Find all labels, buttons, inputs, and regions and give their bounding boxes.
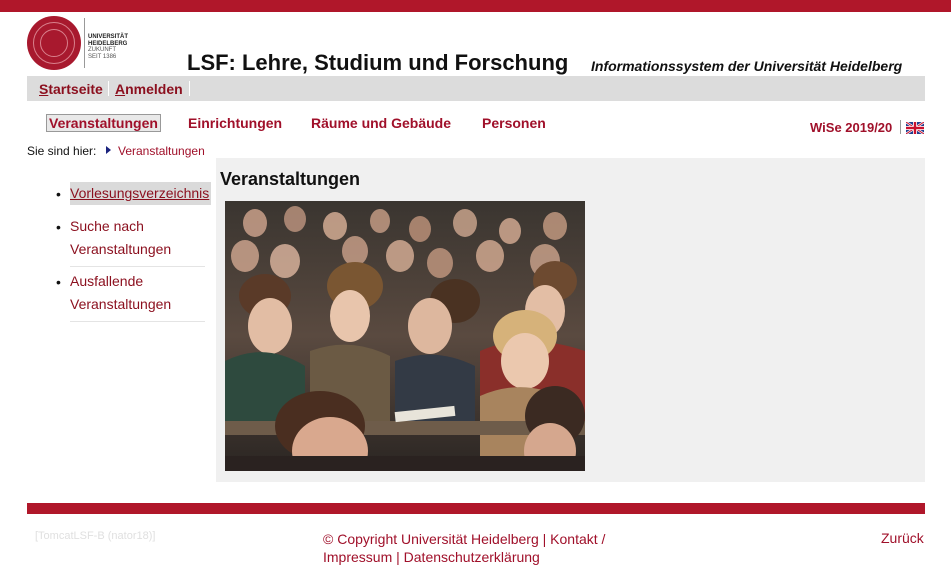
sidebar-item-label[interactable]: Vorlesungsverzeichnis — [70, 182, 212, 205]
privacy-link[interactable]: Datenschutzerklärung — [404, 549, 540, 565]
sidebar-divider — [70, 321, 205, 322]
user-bar-separator — [189, 81, 190, 96]
semester-selector[interactable]: WiSe 2019/20 — [810, 120, 892, 135]
nav-raeume-und-gebaeude[interactable]: Räume und Gebäude — [311, 115, 451, 131]
imprint-link[interactable]: Impressum — [323, 549, 392, 565]
logo-divider — [84, 18, 85, 68]
bullet-icon: • — [56, 274, 61, 290]
sidebar-item-vorlesungsverzeichnis[interactable]: • Vorlesungsverzeichnis — [56, 182, 212, 208]
university-logo[interactable]: UNIVERSITÄT HEIDELBERG ZUKUNFT SEIT 1386 — [27, 16, 133, 72]
breadcrumb-prefix: Sie sind hier: — [27, 144, 97, 158]
contact-link[interactable]: Kontakt — [550, 531, 597, 547]
sidebar-item-label[interactable]: Suche nach Veranstaltungen — [70, 215, 171, 261]
home-link[interactable]: Startseite — [39, 81, 103, 97]
logo-wordmark: UNIVERSITÄT HEIDELBERG ZUKUNFT SEIT 1386 — [88, 34, 129, 60]
app-subtitle: Informationssystem der Universität Heide… — [591, 58, 903, 74]
user-bar: Startseite Anmelden — [27, 76, 925, 101]
nav-veranstaltungen[interactable]: Veranstaltungen — [46, 114, 161, 132]
content-title: Veranstaltungen — [220, 169, 361, 189]
app-title: LSF: Lehre, Studium und Forschung — [187, 50, 569, 75]
server-id: [TomcatLSF-B (nator18)] — [35, 530, 156, 542]
user-bar-separator — [108, 81, 109, 96]
bullet-icon: • — [56, 186, 61, 202]
copyright-link[interactable]: © Copyright Universität Heidelberg — [323, 531, 539, 547]
sidebar-item-label[interactable]: Ausfallende Veranstaltungen — [70, 270, 171, 316]
nav-personen[interactable]: Personen — [482, 115, 546, 131]
back-link[interactable]: Zurück — [881, 530, 924, 546]
nav-einrichtungen[interactable]: Einrichtungen — [188, 115, 282, 131]
top-accent-bar — [0, 0, 951, 12]
semester-separator — [900, 120, 901, 134]
bullet-icon: • — [56, 219, 61, 235]
sidebar-item-ausfallende[interactable]: • Ausfallende Veranstaltungen — [56, 270, 206, 318]
breadcrumb-arrow-icon — [106, 146, 111, 154]
breadcrumb-current[interactable]: Veranstaltungen — [118, 144, 205, 158]
university-seal-icon — [27, 16, 81, 70]
footer-links: © Copyright Universität Heidelberg | Kon… — [323, 531, 606, 565]
login-link[interactable]: Anmelden — [115, 81, 183, 97]
footer-accent-bar — [27, 503, 925, 514]
lecture-hall-photo — [225, 201, 585, 471]
sidebar-item-suche[interactable]: • Suche nach Veranstaltungen — [56, 215, 206, 263]
sidebar-divider — [70, 266, 205, 267]
uk-flag-icon[interactable] — [906, 122, 924, 134]
